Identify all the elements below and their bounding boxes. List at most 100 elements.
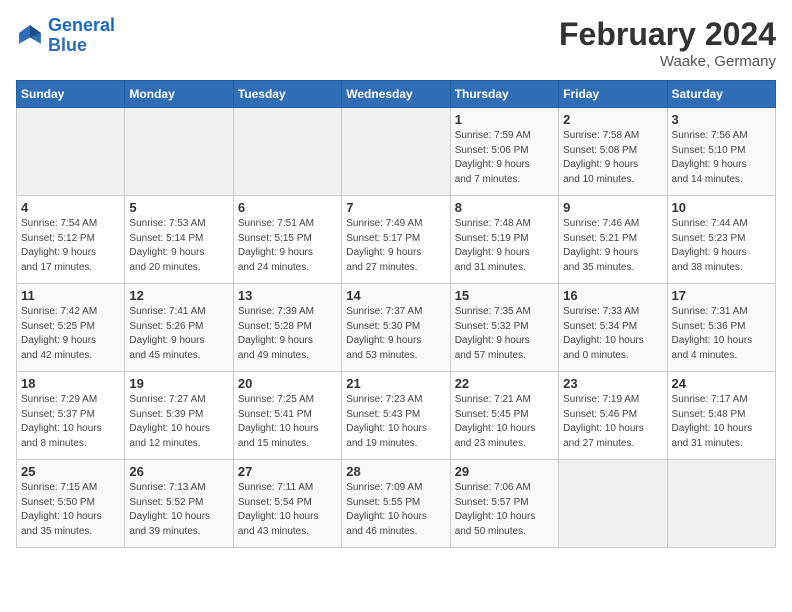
logo-blue: Blue <box>48 36 115 56</box>
table-row: 20Sunrise: 7:25 AM Sunset: 5:41 PM Dayli… <box>233 372 341 460</box>
table-row: 25 Sunrise: 7:15 AM Sunset: 5:50 PM Dayli… <box>17 460 125 548</box>
day-info: Sunrise: 7:13 AM Sunset: 5:52 PM Dayligh… <box>129 481 228 539</box>
table-row: 21Sunrise: 7:23 AM Sunset: 5:43 PM Dayli… <box>342 372 450 460</box>
day-number: 11 <box>21 288 120 303</box>
day-info: Sunrise: 7:15 AM Sunset: 5:50 PM Dayligh… <box>21 481 120 539</box>
day-info: Sunrise: 7:48 AM Sunset: 5:19 PM Dayligh… <box>455 217 554 275</box>
day-number: 4 <box>21 200 120 215</box>
table-row: 13Sunrise: 7:39 AM Sunset: 5:28 PM Dayli… <box>233 284 341 372</box>
table-row: 16 Sunrise: 7:33 AM Sunset: 5:34 PM Dayli… <box>559 284 667 372</box>
col-saturday: Saturday <box>667 81 775 108</box>
day-info: Sunrise: 7:46 AM Sunset: 5:21 PM Dayligh… <box>563 217 662 275</box>
table-row: 11Sunrise: 7:42 AM Sunset: 5:25 PM Dayli… <box>17 284 125 372</box>
table-row: 26 Sunrise: 7:13 AM Sunset: 5:52 PM Dayli… <box>125 460 233 548</box>
logo-general: General <box>48 15 115 35</box>
table-row: 9 Sunrise: 7:46 AM Sunset: 5:21 PM Daylig… <box>559 196 667 284</box>
day-number: 22 <box>455 376 554 391</box>
table-row <box>559 460 667 548</box>
table-row: 22 Sunrise: 7:21 AM Sunset: 5:45 PM Dayli… <box>450 372 558 460</box>
day-number: 17 <box>672 288 771 303</box>
day-info: Sunrise: 7:11 AM Sunset: 5:54 PM Dayligh… <box>238 481 337 539</box>
day-number: 5 <box>129 200 228 215</box>
day-info: Sunrise: 7:21 AM Sunset: 5:45 PM Dayligh… <box>455 393 554 451</box>
day-info: Sunrise: 7:51 AM Sunset: 5:15 PM Dayligh… <box>238 217 337 275</box>
day-number: 15 <box>455 288 554 303</box>
day-number: 25 <box>21 464 120 479</box>
table-row: 2 Sunrise: 7:58 AM Sunset: 5:08 PM Daylig… <box>559 108 667 196</box>
day-number: 14 <box>346 288 445 303</box>
table-row: 28 Sunrise: 7:09 AM Sunset: 5:55 PM Dayli… <box>342 460 450 548</box>
day-info: Sunrise: 7:56 AM Sunset: 5:10 PM Dayligh… <box>672 129 771 187</box>
day-number: 21 <box>346 376 445 391</box>
day-number: 13 <box>238 288 337 303</box>
day-info: Sunrise: 7:54 AM Sunset: 5:12 PM Dayligh… <box>21 217 120 275</box>
day-number: 16 <box>563 288 662 303</box>
table-row: 18 Sunrise: 7:29 AM Sunset: 5:37 PM Dayli… <box>17 372 125 460</box>
day-number: 3 <box>672 112 771 127</box>
calendar-table: Sunday Monday Tuesday Wednesday Thursday… <box>16 80 776 548</box>
day-info: Sunrise: 7:58 AM Sunset: 5:08 PM Dayligh… <box>563 129 662 187</box>
table-row: 27Sunrise: 7:11 AM Sunset: 5:54 PM Dayli… <box>233 460 341 548</box>
day-info: Sunrise: 7:17 AM Sunset: 5:48 PM Dayligh… <box>672 393 771 451</box>
day-info: Sunrise: 7:44 AM Sunset: 5:23 PM Dayligh… <box>672 217 771 275</box>
calendar-header-row: Sunday Monday Tuesday Wednesday Thursday… <box>17 81 776 108</box>
table-row: 8 Sunrise: 7:48 AM Sunset: 5:19 PM Daylig… <box>450 196 558 284</box>
day-info: Sunrise: 7:41 AM Sunset: 5:26 PM Dayligh… <box>129 305 228 363</box>
table-row: 1 Sunrise: 7:59 AM Sunset: 5:06 PM Daylig… <box>450 108 558 196</box>
day-number: 10 <box>672 200 771 215</box>
day-info: Sunrise: 7:59 AM Sunset: 5:06 PM Dayligh… <box>455 129 554 187</box>
day-info: Sunrise: 7:49 AM Sunset: 5:17 PM Dayligh… <box>346 217 445 275</box>
logo-text: General Blue <box>48 16 115 56</box>
table-row <box>125 108 233 196</box>
table-row: 12 Sunrise: 7:41 AM Sunset: 5:26 PM Dayli… <box>125 284 233 372</box>
col-tuesday: Tuesday <box>233 81 341 108</box>
day-info: Sunrise: 7:27 AM Sunset: 5:39 PM Dayligh… <box>129 393 228 451</box>
day-info: Sunrise: 7:19 AM Sunset: 5:46 PM Dayligh… <box>563 393 662 451</box>
table-row: 5 Sunrise: 7:53 AM Sunset: 5:14 PM Daylig… <box>125 196 233 284</box>
day-info: Sunrise: 7:31 AM Sunset: 5:36 PM Dayligh… <box>672 305 771 363</box>
day-number: 23 <box>563 376 662 391</box>
col-thursday: Thursday <box>450 81 558 108</box>
table-row: 6 Sunrise: 7:51 AM Sunset: 5:15 PM Daylig… <box>233 196 341 284</box>
day-info: Sunrise: 7:09 AM Sunset: 5:55 PM Dayligh… <box>346 481 445 539</box>
day-number: 9 <box>563 200 662 215</box>
table-row: 15Sunrise: 7:35 AM Sunset: 5:32 PM Dayli… <box>450 284 558 372</box>
day-number: 8 <box>455 200 554 215</box>
col-sunday: Sunday <box>17 81 125 108</box>
table-row: 29 Sunrise: 7:06 AM Sunset: 5:57 PM Dayli… <box>450 460 558 548</box>
day-info: Sunrise: 7:33 AM Sunset: 5:34 PM Dayligh… <box>563 305 662 363</box>
page-title: February 2024 <box>559 16 776 53</box>
table-row: 3 Sunrise: 7:56 AM Sunset: 5:10 PM Daylig… <box>667 108 775 196</box>
table-row <box>233 108 341 196</box>
title-block: February 2024 Waake, Germany <box>559 16 776 70</box>
col-monday: Monday <box>125 81 233 108</box>
table-row: 24Sunrise: 7:17 AM Sunset: 5:48 PM Dayli… <box>667 372 775 460</box>
table-row: 10 Sunrise: 7:44 AM Sunset: 5:23 PM Dayli… <box>667 196 775 284</box>
day-number: 26 <box>129 464 228 479</box>
day-number: 12 <box>129 288 228 303</box>
day-number: 28 <box>346 464 445 479</box>
page-header: General Blue February 2024 Waake, German… <box>16 16 776 70</box>
day-info: Sunrise: 7:37 AM Sunset: 5:30 PM Dayligh… <box>346 305 445 363</box>
day-number: 18 <box>21 376 120 391</box>
page-subtitle: Waake, Germany <box>559 53 776 70</box>
day-number: 29 <box>455 464 554 479</box>
day-number: 1 <box>455 112 554 127</box>
day-info: Sunrise: 7:29 AM Sunset: 5:37 PM Dayligh… <box>21 393 120 451</box>
table-row: 14 Sunrise: 7:37 AM Sunset: 5:30 PM Dayli… <box>342 284 450 372</box>
day-number: 2 <box>563 112 662 127</box>
day-number: 7 <box>346 200 445 215</box>
day-number: 6 <box>238 200 337 215</box>
table-row: 17 Sunrise: 7:31 AM Sunset: 5:36 PM Dayli… <box>667 284 775 372</box>
col-wednesday: Wednesday <box>342 81 450 108</box>
table-row: 7 Sunrise: 7:49 AM Sunset: 5:17 PM Daylig… <box>342 196 450 284</box>
logo: General Blue <box>16 16 115 56</box>
day-info: Sunrise: 7:06 AM Sunset: 5:57 PM Dayligh… <box>455 481 554 539</box>
day-number: 20 <box>238 376 337 391</box>
day-info: Sunrise: 7:53 AM Sunset: 5:14 PM Dayligh… <box>129 217 228 275</box>
col-friday: Friday <box>559 81 667 108</box>
table-row: 19Sunrise: 7:27 AM Sunset: 5:39 PM Dayli… <box>125 372 233 460</box>
table-row: 23 Sunrise: 7:19 AM Sunset: 5:46 PM Dayli… <box>559 372 667 460</box>
logo-icon <box>16 22 44 50</box>
table-row <box>17 108 125 196</box>
